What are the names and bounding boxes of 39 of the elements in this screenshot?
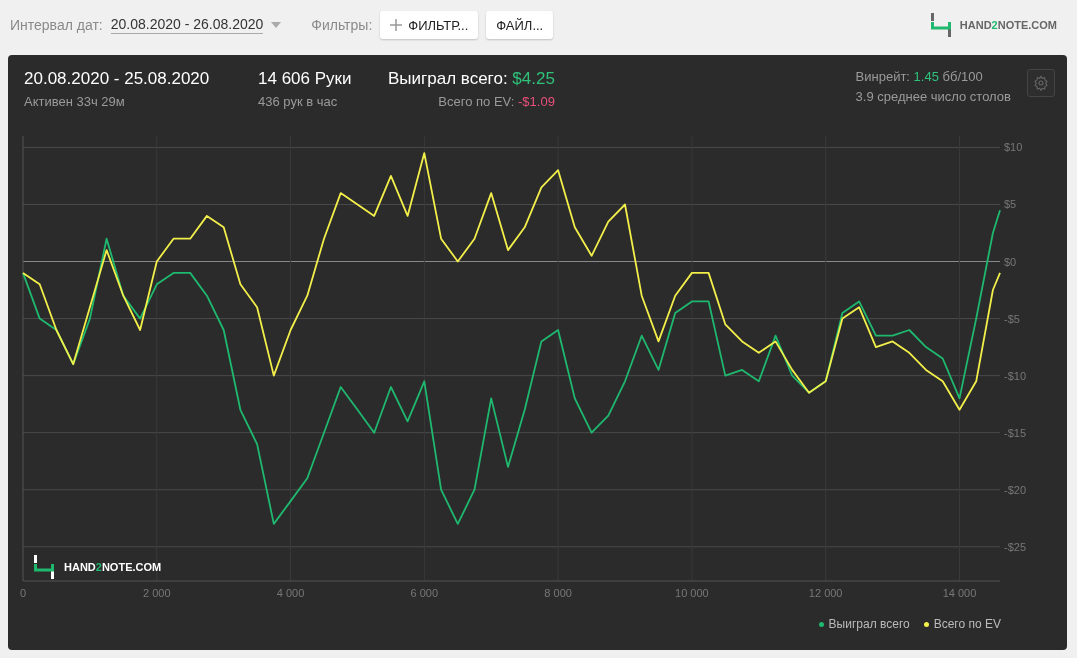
won-total-text: Выиграл всего: $4.25: [388, 69, 555, 89]
caret-icon[interactable]: [271, 22, 282, 28]
active-time-text: Активен 33ч 29м: [24, 94, 125, 109]
chart-logo-text: HAND2NOTE.COM: [64, 561, 162, 573]
tables-text: 3.9 среднее число столов: [855, 89, 1011, 104]
plus-icon: [390, 19, 403, 31]
x-axis-label: 6 000: [410, 587, 439, 599]
y-axis-label: $0: [1004, 255, 1017, 268]
period-text: 20.08.2020 - 25.08.2020: [24, 69, 210, 89]
x-axis-label: 0: [19, 587, 27, 599]
y-axis-label: -$5: [1004, 312, 1020, 325]
settings-button[interactable]: [1027, 69, 1055, 97]
legend-item[interactable]: Выиграл всего: [818, 617, 910, 631]
x-axis-label: 2 000: [143, 587, 171, 599]
file-button[interactable]: ФАЙЛ...: [486, 11, 554, 39]
x-axis-label: 14 000: [942, 587, 977, 599]
y-axis-label: -$15: [1004, 426, 1027, 439]
settings-icon: [1033, 75, 1049, 91]
y-axis-label: -$25: [1004, 540, 1027, 553]
hands-count-text: 14 606 Руки: [258, 69, 352, 89]
y-axis-label: -$10: [1004, 369, 1027, 382]
y-axis-label: $5: [1004, 198, 1017, 211]
logo-text: HAND2NOTE.COM: [959, 19, 1057, 31]
y-axis-label: -$20: [1004, 483, 1027, 496]
y-axis-label: $10: [1004, 141, 1023, 154]
date-range-label: Интервал дат:: [10, 17, 103, 33]
logo-icon: [929, 13, 952, 37]
hands-per-hour-text: 436 рук в час: [258, 94, 338, 109]
add-filter-button[interactable]: ФИЛЬТР...: [380, 11, 479, 39]
x-axis-label: 12 000: [808, 587, 843, 599]
date-range-dropdown[interactable]: 20.08.2020 - 26.08.2020: [110, 16, 264, 34]
winrate-text: Винрейт: 1.45 бб/100: [855, 69, 983, 84]
x-axis-label: 8 000: [544, 587, 572, 599]
logo-icon: [34, 555, 54, 579]
x-axis-label: 4 000: [276, 587, 305, 599]
x-axis-label: 10 000: [675, 587, 709, 599]
legend-item[interactable]: Всего по EV: [923, 617, 1001, 631]
ev-total-text: Всего по EV: -$1.09: [438, 94, 555, 109]
filters-label: Фильтры:: [311, 17, 373, 33]
